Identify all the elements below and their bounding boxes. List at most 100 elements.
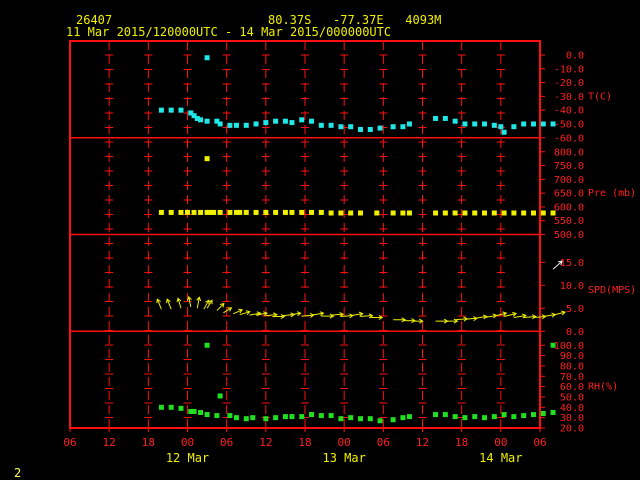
data-point xyxy=(282,209,288,215)
data-point xyxy=(158,404,164,410)
data-point xyxy=(472,121,478,127)
x-tick-label: 18 xyxy=(455,436,468,449)
x-tick-label: 12 xyxy=(259,436,272,449)
data-point xyxy=(191,209,197,215)
data-point xyxy=(191,408,197,414)
y-tick-label: 90.0 xyxy=(560,351,584,362)
y-tick-label: 550.0 xyxy=(554,216,584,227)
data-point xyxy=(338,416,344,422)
data-point xyxy=(390,210,396,216)
data-point xyxy=(498,124,504,130)
data-point xyxy=(462,210,468,216)
data-point xyxy=(309,209,315,215)
data-point xyxy=(452,118,458,124)
x-tick-label: 18 xyxy=(298,436,311,449)
data-point xyxy=(482,210,488,216)
data-point xyxy=(367,416,373,422)
data-point xyxy=(198,409,204,415)
panel-label: Pre (mb) xyxy=(588,188,636,199)
data-point xyxy=(185,209,190,215)
data-point xyxy=(211,209,217,215)
data-point xyxy=(227,413,233,419)
x-tick-label: 12 xyxy=(103,436,116,449)
x-tick-label: 06 xyxy=(533,436,546,449)
data-point xyxy=(273,209,279,215)
y-tick-label: -40.0 xyxy=(554,106,584,117)
data-point xyxy=(400,124,406,130)
data-point xyxy=(198,117,204,123)
data-point xyxy=(273,118,279,124)
data-point xyxy=(204,156,210,162)
data-point xyxy=(511,414,517,420)
data-point xyxy=(227,122,233,128)
data-point xyxy=(282,118,288,124)
data-point xyxy=(390,417,396,423)
data-point xyxy=(540,121,546,127)
data-point xyxy=(390,124,396,130)
data-point xyxy=(178,209,184,215)
data-point xyxy=(309,118,315,124)
data-point xyxy=(204,55,210,61)
data-point xyxy=(521,210,527,216)
data-point xyxy=(357,126,363,132)
data-point xyxy=(309,412,315,418)
y-tick-label: 100.0 xyxy=(554,341,584,352)
panel-label: T(C) xyxy=(588,91,612,102)
x-tick-label: 00 xyxy=(181,436,194,449)
data-point xyxy=(433,115,439,121)
data-point xyxy=(452,414,458,420)
data-point xyxy=(472,414,478,420)
data-point xyxy=(289,209,295,215)
data-point xyxy=(406,414,412,420)
data-point xyxy=(482,415,488,421)
data-point xyxy=(214,413,220,419)
data-point xyxy=(530,210,536,216)
data-point xyxy=(530,121,536,127)
data-point xyxy=(338,210,344,216)
date-label: 14 Mar xyxy=(479,451,522,465)
data-point xyxy=(348,415,354,421)
data-point xyxy=(406,121,412,127)
data-point xyxy=(243,416,249,422)
data-point xyxy=(273,415,279,421)
data-point xyxy=(452,210,458,216)
y-tick-label: -10.0 xyxy=(554,64,584,75)
data-point xyxy=(168,209,174,215)
data-point xyxy=(482,121,488,127)
y-tick-label: 15.0 xyxy=(560,258,584,269)
data-point xyxy=(289,120,295,126)
y-tick-label: 70.0 xyxy=(560,372,584,383)
data-point xyxy=(374,210,380,216)
x-tick-label: 00 xyxy=(494,436,507,449)
data-point xyxy=(442,412,448,418)
y-tick-label: 500.0 xyxy=(554,230,584,241)
x-tick-label: 00 xyxy=(338,436,351,449)
data-point xyxy=(511,124,517,130)
y-tick-label: 60.0 xyxy=(560,382,584,393)
data-point xyxy=(217,209,223,215)
data-point xyxy=(433,412,439,418)
data-point xyxy=(521,121,527,127)
panel-label: RH(%) xyxy=(588,382,618,393)
y-tick-label: -50.0 xyxy=(554,119,584,130)
data-point xyxy=(178,405,184,411)
data-point xyxy=(377,418,383,424)
data-point xyxy=(299,209,305,215)
data-point xyxy=(433,210,439,216)
x-tick-label: 12 xyxy=(416,436,429,449)
y-tick-label: 80.0 xyxy=(560,361,584,372)
x-tick-label: 06 xyxy=(220,436,233,449)
data-point xyxy=(367,126,373,132)
data-point xyxy=(400,415,406,421)
data-point xyxy=(328,413,334,419)
data-point xyxy=(243,209,249,215)
y-tick-label: -30.0 xyxy=(554,92,584,103)
data-point xyxy=(462,121,468,127)
data-point xyxy=(237,209,243,215)
data-point xyxy=(442,210,448,216)
data-point xyxy=(338,124,344,130)
data-point xyxy=(178,107,184,113)
x-tick-label: 18 xyxy=(142,436,155,449)
meteogram-chart: 06 12 18 00 06 12 18 00 06 12 18 00 06 12 Mar 13 Mar 14… xyxy=(63,40,636,465)
data-point xyxy=(318,122,324,128)
